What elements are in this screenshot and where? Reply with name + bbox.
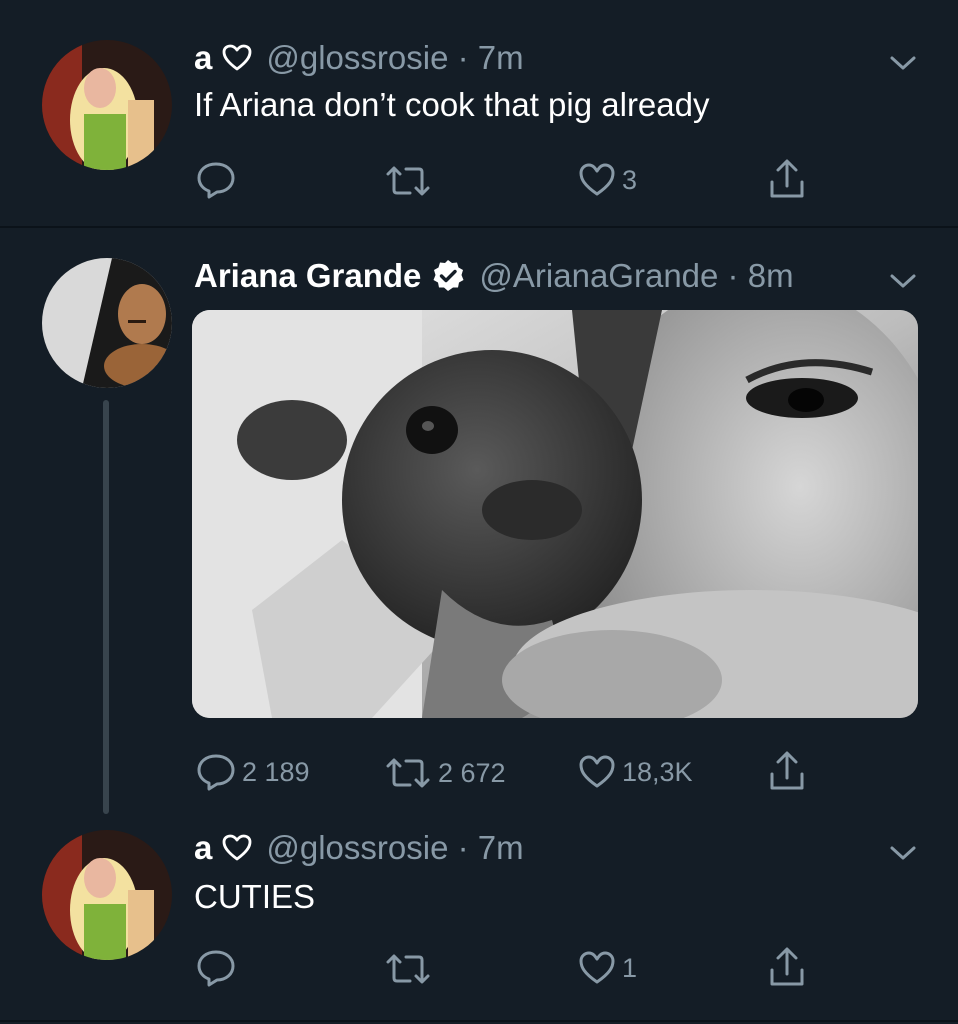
share-button[interactable]	[768, 750, 806, 792]
timestamp[interactable]: 8m	[748, 257, 794, 294]
retweet-icon	[386, 166, 430, 196]
like-button[interactable]: 3	[578, 162, 637, 198]
retweet-count: 2 672	[438, 757, 506, 788]
retweet-icon	[386, 954, 430, 984]
handle-time: @ArianaGrande · 8m	[479, 257, 794, 294]
reply-button[interactable]: 2 189	[196, 752, 310, 792]
display-name[interactable]: a	[194, 829, 212, 867]
chevron-down-icon[interactable]	[888, 52, 918, 74]
like-count: 18,3K	[622, 756, 693, 787]
handle-time: @glossrosie · 7m	[266, 829, 524, 866]
retweet-icon	[386, 758, 430, 788]
reply-button[interactable]	[196, 160, 242, 200]
handle[interactable]: @glossrosie	[266, 829, 448, 866]
tweet-header: a @glossrosie · 7m	[194, 36, 524, 80]
share-button[interactable]	[768, 946, 806, 988]
tweet-divider	[0, 1020, 958, 1022]
reply-count: 2 189	[242, 756, 310, 787]
tweet-actions: 1	[0, 944, 958, 994]
avatar[interactable]	[42, 830, 172, 960]
tweet-text: If Ariana don’t cook that pig already	[194, 86, 710, 123]
handle[interactable]: @glossrosie	[266, 39, 448, 76]
retweet-button[interactable]	[384, 164, 438, 198]
reply-icon	[197, 162, 235, 199]
tweet-actions: 3	[0, 156, 958, 206]
like-button[interactable]: 18,3K	[578, 754, 693, 790]
retweet-button[interactable]	[384, 952, 438, 986]
timestamp[interactable]: 7m	[478, 39, 524, 76]
tweet-actions: 2 189 2 672 18,3K	[0, 748, 958, 798]
like-count: 1	[622, 952, 638, 983]
display-name[interactable]: Ariana Grande	[194, 257, 421, 295]
avatar[interactable]	[42, 40, 172, 170]
chevron-down-icon[interactable]	[888, 270, 918, 292]
like-icon	[579, 755, 615, 788]
share-icon	[770, 159, 804, 198]
like-count: 3	[622, 164, 638, 195]
share-button[interactable]	[768, 158, 806, 200]
tweet-1[interactable]: a @glossrosie · 7m If Ariana don’t cook …	[0, 0, 958, 226]
heart-outline-icon	[222, 833, 252, 863]
display-name[interactable]: a	[194, 39, 212, 77]
avatar[interactable]	[42, 258, 172, 388]
tweet-text: CUTIES	[194, 878, 316, 915]
chevron-down-icon[interactable]	[888, 842, 918, 864]
handle[interactable]: @ArianaGrande	[479, 257, 718, 294]
handle-time: @glossrosie · 7m	[266, 39, 524, 76]
like-button[interactable]: 1	[578, 950, 637, 986]
heart-outline-icon	[222, 43, 252, 73]
reply-icon	[197, 754, 235, 791]
share-icon	[770, 751, 804, 790]
verified-badge-icon	[431, 259, 465, 293]
reply-icon	[197, 950, 235, 987]
timestamp[interactable]: 7m	[478, 829, 524, 866]
tweet-header: Ariana Grande @ArianaGrande · 8m	[194, 254, 794, 298]
tweet-photo[interactable]	[192, 310, 918, 718]
share-icon	[770, 947, 804, 986]
reply-button[interactable]	[196, 948, 242, 988]
retweet-button[interactable]: 2 672	[384, 756, 506, 790]
tweet-header: a @glossrosie · 7m	[194, 826, 524, 870]
like-icon	[579, 163, 615, 196]
like-icon	[579, 951, 615, 984]
tweet-2[interactable]: Ariana Grande @ArianaGrande · 8m 2 189 2…	[0, 228, 958, 814]
tweet-3[interactable]: a @glossrosie · 7m CUTIES 1	[0, 814, 958, 1024]
